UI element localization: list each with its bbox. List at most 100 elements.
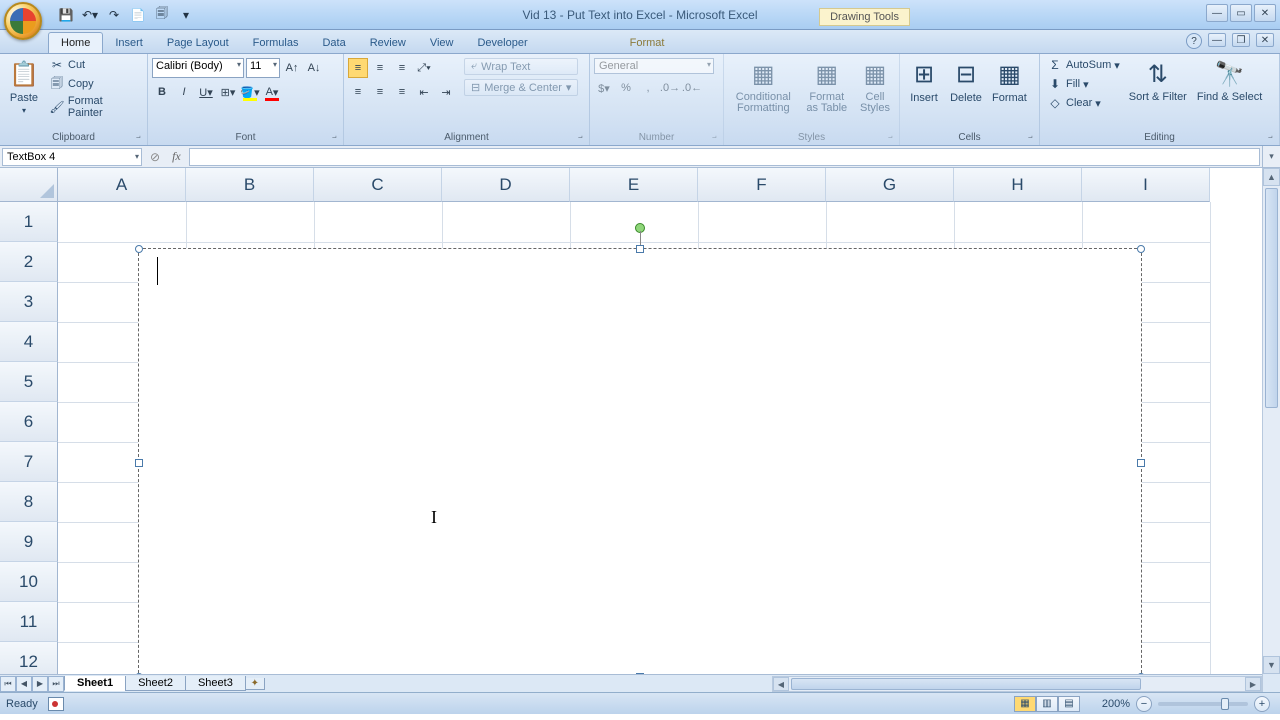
decrease-decimal-button[interactable]: .0← — [682, 78, 702, 98]
zoom-knob[interactable] — [1221, 698, 1229, 710]
cut-button[interactable]: ✂Cut — [46, 56, 143, 74]
qat-icon[interactable]: 🗐 — [152, 5, 172, 25]
close-workbook-button[interactable]: ✕ — [1256, 33, 1274, 47]
comma-button[interactable]: , — [638, 78, 658, 98]
increase-decimal-button[interactable]: .0→ — [660, 78, 680, 98]
fill-color-button[interactable]: 🪣▾ — [240, 82, 260, 102]
resize-handle-ne[interactable] — [1137, 245, 1145, 253]
sheet-tab[interactable]: Sheet2 — [125, 676, 186, 691]
find-select-button[interactable]: 🔭Find & Select — [1193, 56, 1266, 105]
qat-customize-icon[interactable]: ▾ — [176, 5, 196, 25]
fx-icon[interactable]: fx — [166, 149, 187, 164]
resize-handle-w[interactable] — [135, 459, 143, 467]
prev-sheet-button[interactable]: ◀ — [16, 676, 32, 692]
align-bottom-button[interactable]: ≡ — [392, 58, 412, 78]
tab-home[interactable]: Home — [48, 32, 103, 53]
row-header[interactable]: 11 — [0, 602, 58, 642]
tab-developer[interactable]: Developer — [465, 33, 539, 53]
column-header[interactable]: B — [186, 168, 314, 202]
normal-view-button[interactable]: ▦ — [1014, 696, 1036, 712]
align-center-button[interactable]: ≡ — [370, 82, 390, 102]
copy-button[interactable]: 🗐Copy — [46, 75, 143, 93]
scroll-up-icon[interactable]: ▲ — [1263, 168, 1280, 186]
cell[interactable] — [826, 202, 954, 242]
scroll-down-icon[interactable]: ▼ — [1263, 656, 1280, 674]
row-header[interactable]: 4 — [0, 322, 58, 362]
row-header[interactable]: 3 — [0, 282, 58, 322]
minimize-workbook-button[interactable]: — — [1208, 33, 1226, 47]
align-right-button[interactable]: ≡ — [392, 82, 412, 102]
formula-input[interactable] — [189, 148, 1260, 166]
clear-button[interactable]: ◇Clear▾ — [1044, 94, 1123, 112]
horizontal-scrollbar[interactable]: ◀ ▶ — [772, 676, 1262, 692]
insert-cells-button[interactable]: ⊞Insert — [904, 56, 944, 106]
number-format-combo[interactable]: General — [594, 58, 714, 74]
border-button[interactable]: ⊞▾ — [218, 82, 238, 102]
name-box[interactable]: TextBox 4 — [2, 148, 142, 166]
macro-record-icon[interactable] — [48, 697, 64, 711]
zoom-level[interactable]: 200% — [1102, 698, 1130, 710]
qat-icon[interactable]: 📄 — [128, 5, 148, 25]
cell[interactable] — [954, 202, 1082, 242]
scroll-right-icon[interactable]: ▶ — [1245, 677, 1261, 691]
column-header[interactable]: C — [314, 168, 442, 202]
grow-font-button[interactable]: A↑ — [282, 58, 302, 78]
cell-styles-button[interactable]: ▦Cell Styles — [855, 56, 895, 116]
italic-button[interactable]: I — [174, 82, 194, 102]
textbox-shape[interactable]: I — [138, 248, 1142, 678]
decrease-indent-button[interactable]: ⇤ — [414, 82, 434, 102]
cells-area[interactable]: I — [58, 202, 1262, 674]
sheet-tab[interactable]: Sheet3 — [185, 676, 246, 691]
first-sheet-button[interactable]: ⏮ — [0, 676, 16, 692]
delete-cells-button[interactable]: ⊟Delete — [946, 56, 986, 106]
restore-workbook-button[interactable]: ❐ — [1232, 33, 1250, 47]
orientation-button[interactable]: ⤢▾ — [414, 58, 434, 78]
format-cells-button[interactable]: ▦Format — [988, 56, 1031, 106]
redo-icon[interactable]: ↷ — [104, 5, 124, 25]
column-header[interactable]: A — [58, 168, 186, 202]
font-size-combo[interactable]: 11 — [246, 58, 280, 78]
minimize-button[interactable]: — — [1206, 4, 1228, 22]
row-header[interactable]: 6 — [0, 402, 58, 442]
autosum-button[interactable]: ΣAutoSum▾ — [1044, 56, 1123, 74]
tab-data[interactable]: Data — [310, 33, 357, 53]
cell[interactable] — [570, 202, 698, 242]
save-icon[interactable]: 💾 — [56, 5, 76, 25]
page-layout-view-button[interactable]: ▥ — [1036, 696, 1058, 712]
undo-icon[interactable]: ↶▾ — [80, 5, 100, 25]
tab-view[interactable]: View — [418, 33, 466, 53]
formula-cancel-icon[interactable]: ⊘ — [144, 150, 166, 164]
last-sheet-button[interactable]: ⏭ — [48, 676, 64, 692]
tab-insert[interactable]: Insert — [103, 33, 155, 53]
vertical-scrollbar[interactable]: ▲ ▼ — [1262, 168, 1280, 674]
resize-handle-n[interactable] — [636, 245, 644, 253]
column-header[interactable]: H — [954, 168, 1082, 202]
tab-formulas[interactable]: Formulas — [241, 33, 311, 53]
wrap-text-button[interactable]: ⤶Wrap Text — [464, 58, 578, 75]
sheet-tab[interactable]: Sheet1 — [64, 676, 126, 691]
merge-center-button[interactable]: ⊟Merge & Center▾ — [464, 79, 578, 96]
fill-button[interactable]: ⬇Fill▾ — [1044, 75, 1123, 93]
cell[interactable] — [1082, 202, 1210, 242]
format-painter-button[interactable]: 🖌Format Painter — [46, 94, 143, 120]
resize-handle-e[interactable] — [1137, 459, 1145, 467]
hscroll-thumb[interactable] — [791, 678, 1141, 690]
align-middle-button[interactable]: ≡ — [370, 58, 390, 78]
column-header[interactable]: E — [570, 168, 698, 202]
underline-button[interactable]: U▾ — [196, 82, 216, 102]
cell[interactable] — [442, 202, 570, 242]
row-header[interactable]: 5 — [0, 362, 58, 402]
cell[interactable] — [314, 202, 442, 242]
paste-button[interactable]: 📋 Paste ▾ — [4, 56, 44, 117]
cell[interactable] — [186, 202, 314, 242]
scroll-thumb[interactable] — [1265, 188, 1278, 408]
row-header[interactable]: 7 — [0, 442, 58, 482]
shrink-font-button[interactable]: A↓ — [304, 58, 324, 78]
row-header[interactable]: 2 — [0, 242, 58, 282]
scroll-left-icon[interactable]: ◀ — [773, 677, 789, 691]
zoom-in-button[interactable]: + — [1254, 696, 1270, 712]
next-sheet-button[interactable]: ▶ — [32, 676, 48, 692]
format-as-table-button[interactable]: ▦Format as Table — [801, 56, 853, 116]
tab-format[interactable]: Format — [618, 33, 677, 53]
align-top-button[interactable]: ≡ — [348, 58, 368, 78]
